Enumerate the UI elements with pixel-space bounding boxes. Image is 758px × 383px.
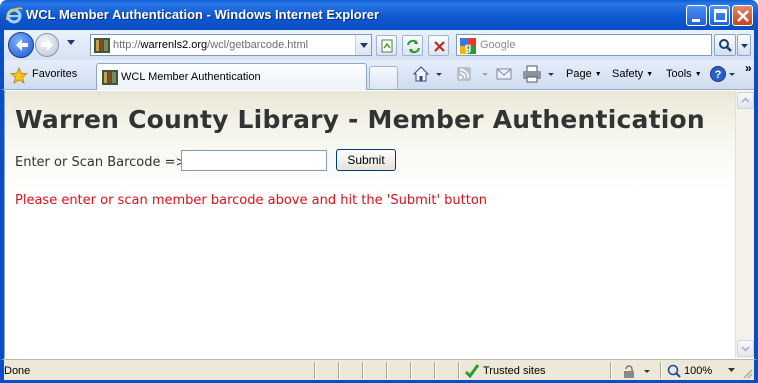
security-zone[interactable]: Trusted sites — [464, 363, 546, 382]
help-menu[interactable]: ? — [709, 65, 739, 86]
site-favicon-icon — [102, 70, 118, 85]
feeds-button[interactable] — [456, 65, 490, 86]
minimize-icon — [692, 19, 700, 22]
internet-explorer-icon — [6, 7, 23, 24]
status-divider — [386, 362, 388, 379]
help-icon: ? — [710, 66, 735, 82]
page-title: Warren County Library - Member Authentic… — [15, 105, 705, 134]
more-commands-chevron-icon[interactable]: » — [745, 61, 752, 75]
forward-arrow-icon — [41, 39, 53, 51]
title-bar: WCL Member Authentication - Windows Inte… — [0, 0, 758, 30]
favorites-label: Favorites — [32, 68, 78, 80]
forward-button[interactable] — [35, 33, 59, 57]
refresh-button[interactable] — [402, 35, 423, 56]
status-divider — [410, 362, 412, 379]
barcode-label: Enter or Scan Barcode => — [15, 155, 187, 170]
barcode-input[interactable] — [181, 150, 327, 171]
read-mail-button[interactable] — [495, 65, 513, 86]
navigation-bar: http://warrenls2.org/wcl/getbarcode.html… — [0, 30, 758, 60]
vertical-scrollbar[interactable] — [735, 91, 754, 358]
home-icon — [412, 66, 442, 82]
instruction-message: Please enter or scan member barcode abov… — [15, 193, 488, 208]
zoom-level: 100% — [684, 365, 713, 377]
stop-button[interactable] — [428, 35, 449, 56]
page-content: Warren County Library - Member Authentic… — [4, 91, 735, 358]
status-text: Done — [4, 365, 31, 377]
maximize-icon — [714, 9, 727, 22]
status-divider — [458, 362, 460, 379]
status-divider — [660, 362, 662, 379]
tab-label: WCL Member Authentication — [121, 71, 261, 83]
chevron-up-icon — [741, 97, 750, 103]
address-dropdown-button[interactable] — [355, 35, 371, 55]
back-button[interactable] — [8, 32, 34, 58]
svg-text:g: g — [465, 42, 472, 54]
resize-grip-icon[interactable] — [741, 367, 753, 379]
zoom-level-button[interactable]: 100% — [666, 363, 712, 382]
site-favicon-icon — [94, 38, 110, 53]
mail-icon — [496, 68, 512, 80]
search-button[interactable] — [714, 34, 736, 56]
home-button[interactable] — [412, 65, 442, 86]
status-divider — [362, 362, 364, 379]
close-button[interactable] — [732, 5, 753, 26]
maximize-button[interactable] — [709, 5, 730, 26]
search-icon — [719, 39, 732, 52]
search-placeholder: Google — [480, 39, 516, 51]
zoom-dropdown-icon[interactable] — [728, 368, 736, 374]
submit-button[interactable]: Submit — [336, 149, 396, 171]
status-bar: Done Trusted sites 100% — [0, 359, 758, 383]
search-options-button[interactable] — [737, 34, 751, 56]
tab-bar: Favorites WCL Member Authentication Page… — [0, 60, 758, 90]
status-divider — [434, 362, 436, 379]
search-box[interactable]: g Google — [456, 34, 712, 56]
lock-icon — [624, 365, 650, 378]
chevron-down-icon — [741, 346, 750, 352]
checkmark-icon — [464, 364, 480, 379]
close-icon — [737, 10, 749, 22]
compatibility-view-icon — [381, 39, 393, 53]
status-divider — [314, 362, 316, 379]
page-menu[interactable]: Page ▼ — [566, 68, 602, 80]
svg-text:?: ? — [715, 69, 722, 81]
scroll-up-button[interactable] — [737, 92, 754, 109]
chevron-down-icon — [360, 43, 368, 48]
google-icon: g — [460, 38, 476, 54]
chevron-down-icon — [741, 44, 748, 48]
compatibility-view-button[interactable] — [376, 35, 397, 56]
zoom-icon — [667, 364, 681, 378]
window-frame-right — [754, 60, 758, 383]
security-zone-label: Trusted sites — [483, 365, 546, 377]
window-title: WCL Member Authentication - Windows Inte… — [26, 7, 380, 22]
printer-icon — [523, 65, 554, 83]
protected-mode-button[interactable] — [622, 363, 658, 382]
rss-feed-icon — [457, 67, 488, 81]
back-arrow-icon — [16, 39, 28, 51]
print-button[interactable] — [522, 65, 558, 86]
status-divider — [338, 362, 340, 379]
scroll-down-button[interactable] — [737, 340, 754, 357]
tools-menu[interactable]: Tools ▼ — [666, 68, 702, 80]
status-divider — [610, 362, 612, 379]
tab-wcl-member-authentication[interactable]: WCL Member Authentication — [96, 63, 367, 90]
star-icon — [10, 67, 28, 84]
address-bar[interactable]: http://warrenls2.org/wcl/getbarcode.html — [90, 34, 372, 56]
stop-icon — [434, 41, 445, 52]
refresh-icon — [407, 39, 420, 54]
url-text[interactable]: http://warrenls2.org/wcl/getbarcode.html — [113, 39, 308, 51]
safety-menu[interactable]: Safety ▼ — [612, 68, 653, 80]
new-tab-button[interactable] — [369, 66, 398, 89]
recent-pages-dropdown-icon[interactable] — [66, 39, 76, 47]
minimize-button[interactable] — [686, 5, 707, 26]
